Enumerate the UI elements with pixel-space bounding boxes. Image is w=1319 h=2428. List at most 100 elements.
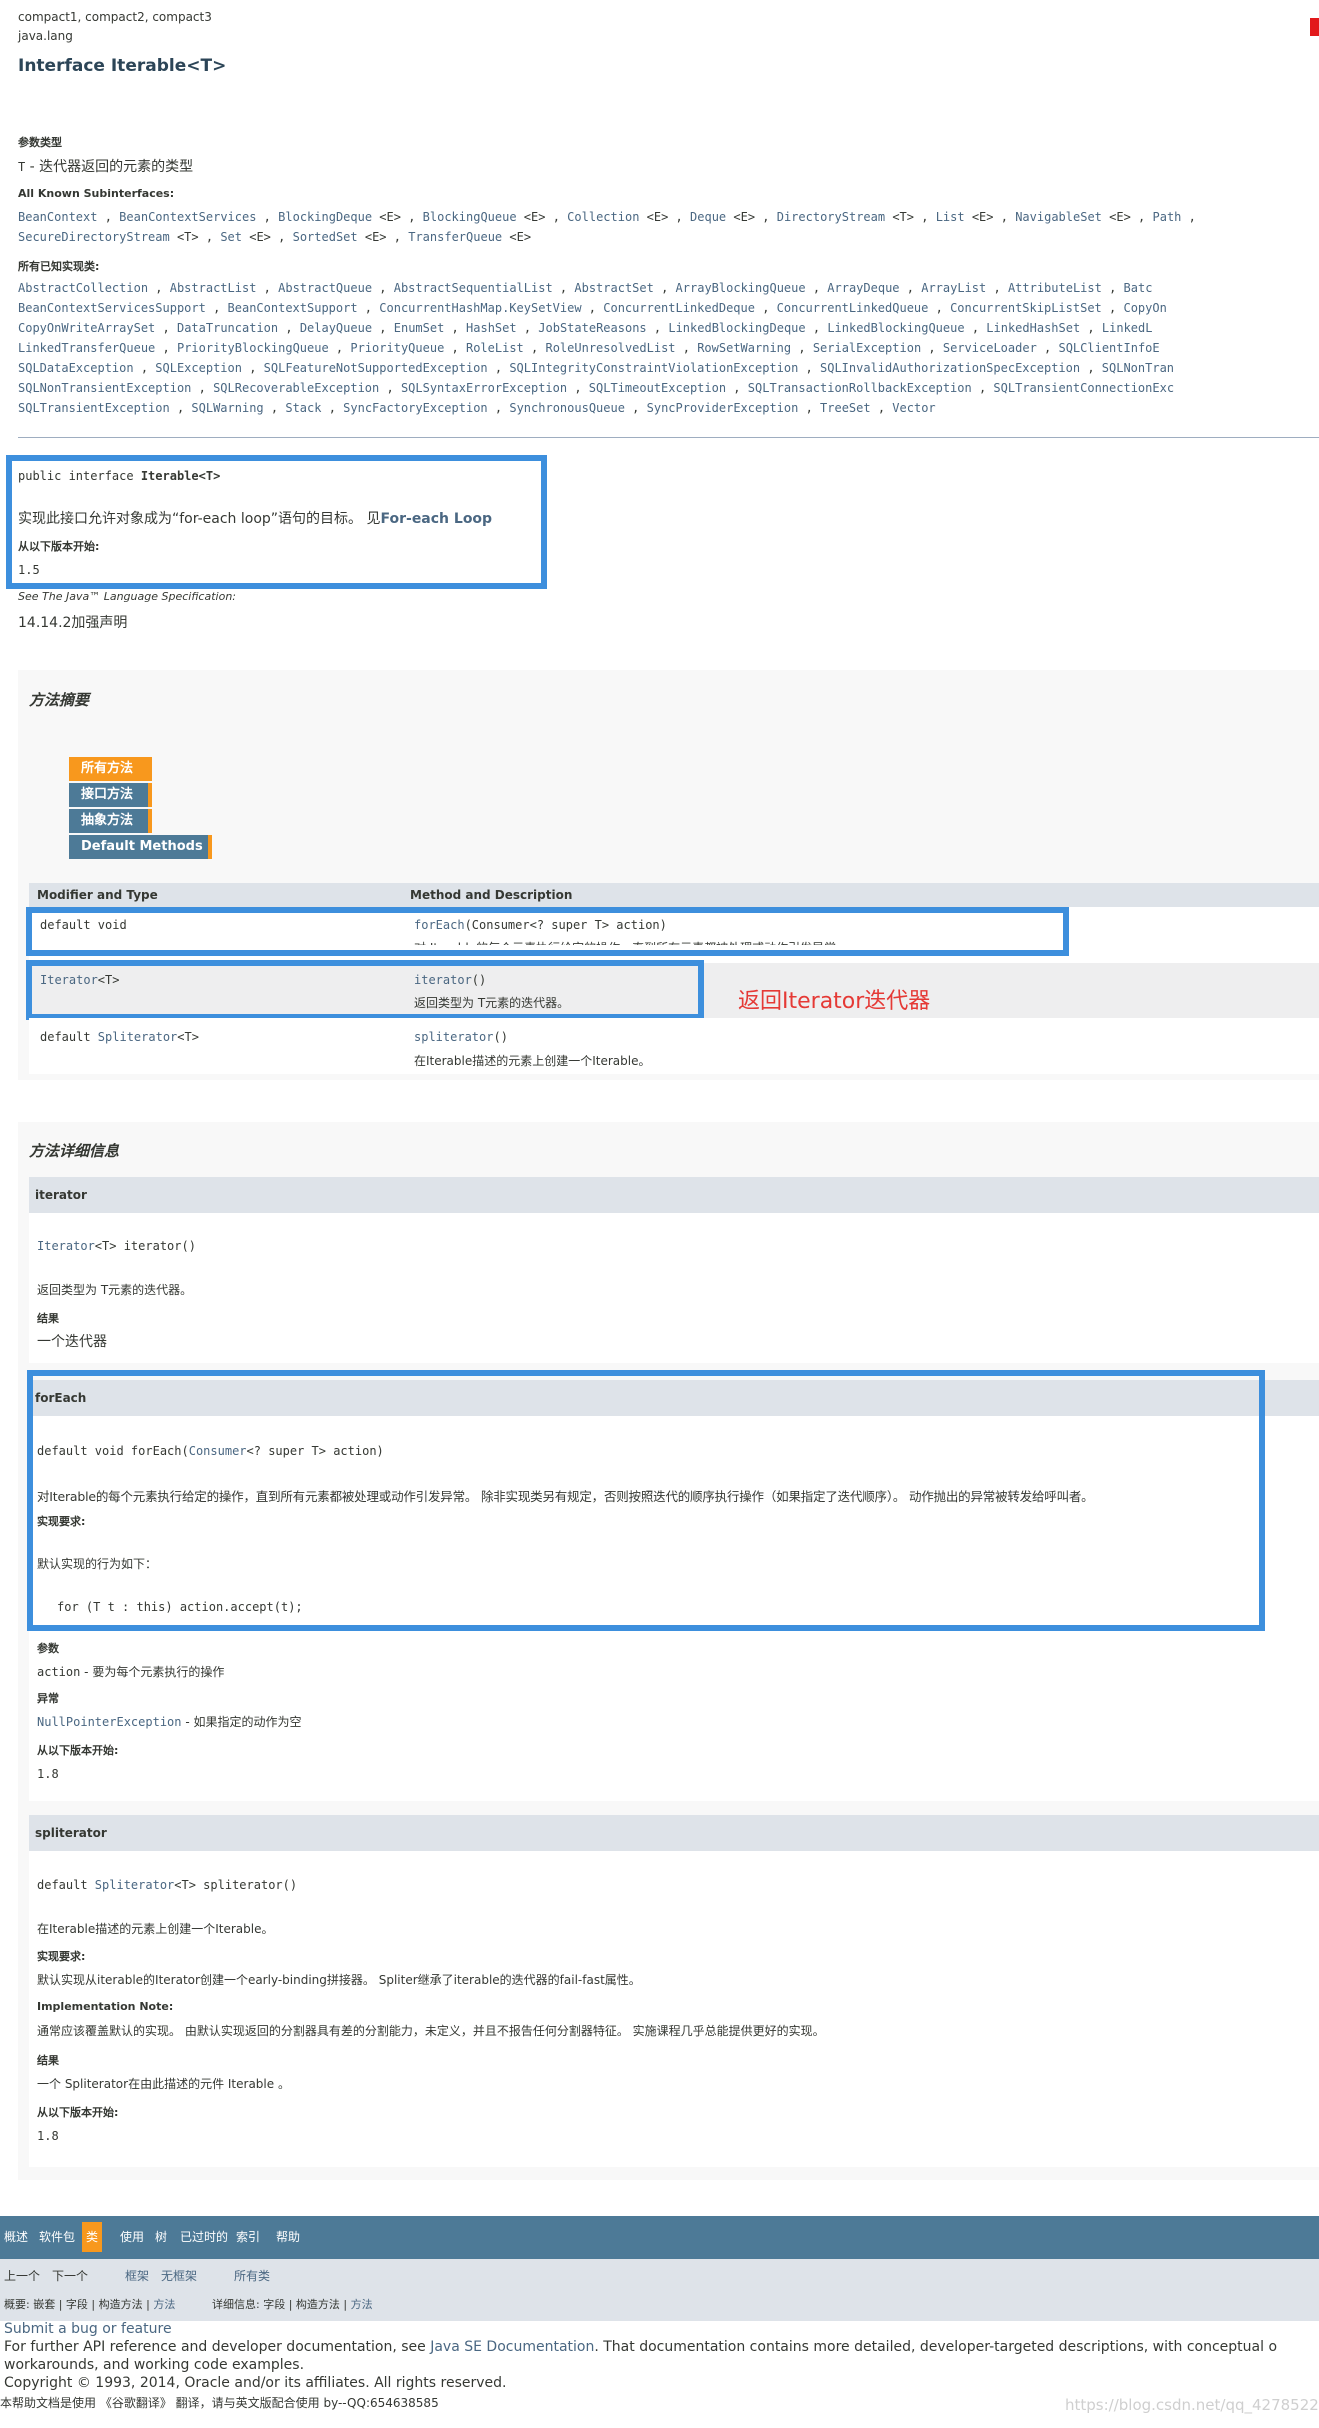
subinterface-link[interactable]: Collection (567, 210, 639, 224)
implementing-class-link[interactable]: PriorityBlockingQueue (177, 341, 329, 355)
implementing-class-link[interactable]: SQLException (155, 361, 242, 375)
spliterator-detail-type-link[interactable]: Spliterator (95, 1878, 174, 1892)
subinterface-link[interactable]: DirectoryStream (777, 210, 885, 224)
implementing-class-link[interactable]: BeanContextSupport (228, 301, 358, 315)
implementing-class-link[interactable]: ServiceLoader (943, 341, 1037, 355)
implementing-class-link[interactable]: SQLNonTransientException (18, 381, 191, 395)
implementing-class-link[interactable]: DelayQueue (300, 321, 372, 335)
implementing-class-link[interactable]: RowSetWarning (697, 341, 791, 355)
implementing-class-link[interactable]: DataTruncation (177, 321, 278, 335)
implementing-class-link[interactable]: LinkedBlockingDeque (668, 321, 805, 335)
implementing-class-link[interactable]: SQLTransientConnectionExc (993, 381, 1174, 395)
implementing-class-link[interactable]: ArrayList (921, 281, 986, 295)
implementing-class-link[interactable]: SQLClientInfoE (1058, 341, 1159, 355)
implementing-class-link[interactable]: Batc (1124, 281, 1153, 295)
implementing-class-link[interactable]: SQLWarning (191, 401, 263, 415)
implementing-class-link[interactable]: SyncFactoryException (343, 401, 488, 415)
implementing-class-link[interactable]: SynchronousQueue (509, 401, 625, 415)
nav-item[interactable]: 帮助 (276, 2227, 300, 2247)
subinterface-link[interactable]: BeanContextServices (119, 210, 256, 224)
implementing-class-link[interactable]: SQLTransientException (18, 401, 170, 415)
implementing-class-link[interactable]: CopyOn (1123, 301, 1166, 315)
implementing-class-link[interactable]: SQLDataException (18, 361, 134, 375)
npe-link[interactable]: NullPointerException (37, 1715, 182, 1729)
implementing-class-link[interactable]: TreeSet (820, 401, 871, 415)
list-separator: , (97, 210, 120, 224)
spliterator-summary-link[interactable]: spliterator (414, 1030, 493, 1044)
implementing-class-link[interactable]: AbstractList (170, 281, 257, 295)
implementing-class-link[interactable]: HashSet (466, 321, 517, 335)
subinterface-link[interactable]: BeanContext (18, 210, 97, 224)
subinterface-link[interactable]: BlockingDeque (278, 210, 372, 224)
implementing-class-link[interactable]: SQLInvalidAuthorizationSpecException (820, 361, 1080, 375)
nav-item[interactable]: 索引 (236, 2227, 260, 2247)
implementing-class-link[interactable]: LinkedHashSet (986, 321, 1080, 335)
implementing-class-link[interactable]: JobStateReasons (538, 321, 646, 335)
frames-link[interactable]: 框架 (125, 2267, 149, 2284)
implementing-class-link[interactable]: SyncProviderException (647, 401, 799, 415)
implementing-class-link[interactable]: SQLFeatureNotSupportedException (264, 361, 488, 375)
implementing-class-link[interactable]: AbstractSequentialList (394, 281, 553, 295)
implementing-class-link[interactable]: SQLTimeoutException (589, 381, 726, 395)
tab-interface-methods[interactable]: 接口方法 (69, 783, 152, 807)
all-classes-link[interactable]: 所有类 (234, 2267, 270, 2284)
implementing-class-link[interactable]: LinkedBlockingQueue (827, 321, 964, 335)
implementing-class-link[interactable]: ConcurrentHashMap.KeySetView (379, 301, 581, 315)
implementing-class-link[interactable]: ConcurrentLinkedDeque (603, 301, 755, 315)
implementing-class-link[interactable]: SQLNonTran (1102, 361, 1174, 375)
subinterface-link[interactable]: TransferQueue (408, 230, 502, 244)
subinterface-link[interactable]: SecureDirectoryStream (18, 230, 170, 244)
detail-method-link[interactable]: 方法 (351, 2298, 373, 2311)
implementing-class-link[interactable]: ConcurrentSkipListSet (950, 301, 1102, 315)
implementing-class-link[interactable]: LinkedTransferQueue (18, 341, 155, 355)
next-class-link[interactable]: 下一个 (52, 2267, 88, 2284)
nav-item-active[interactable]: 类 (82, 2222, 103, 2252)
implementing-class-link[interactable]: RoleList (466, 341, 524, 355)
subinterface-link[interactable]: SortedSet (293, 230, 358, 244)
implementing-class-link[interactable]: RoleUnresolvedList (545, 341, 675, 355)
implementing-class-link[interactable]: SQLTransactionRollbackException (748, 381, 972, 395)
subinterface-link[interactable]: BlockingQueue (423, 210, 517, 224)
no-frames-link[interactable]: 无框架 (161, 2267, 197, 2284)
tab-default-methods[interactable]: Default Methods (69, 835, 212, 859)
spliterator-sig-prefix: default (37, 1878, 95, 1892)
nav-item[interactable]: 已过时的 (180, 2227, 228, 2247)
subinterface-link[interactable]: List (936, 210, 965, 224)
subinterface-link[interactable]: Set (220, 230, 242, 244)
tab-all-methods[interactable]: 所有方法 (69, 757, 152, 781)
implementing-class-link[interactable]: ArrayBlockingQueue (676, 281, 806, 295)
submit-bug-link[interactable]: Submit a bug or feature (4, 2321, 172, 2337)
nav-item[interactable]: 树 (155, 2227, 167, 2247)
implementing-class-link[interactable]: AbstractCollection (18, 281, 148, 295)
implementing-class-link[interactable]: SQLIntegrityConstraintViolationException (509, 361, 798, 375)
nav-item[interactable]: 软件包 (39, 2227, 75, 2247)
prev-class-link[interactable]: 上一个 (4, 2267, 40, 2284)
implementing-class-link[interactable]: SerialException (813, 341, 921, 355)
implementing-class-link[interactable]: ArrayDeque (827, 281, 899, 295)
implementing-class-link[interactable]: PriorityQueue (350, 341, 444, 355)
subinterface-link[interactable]: Deque (690, 210, 726, 224)
implementing-class-link[interactable]: AbstractQueue (278, 281, 372, 295)
implementing-class-link[interactable]: CopyOnWriteArraySet (18, 321, 155, 335)
implementing-class-link[interactable]: Stack (285, 401, 321, 415)
nav-item[interactable]: 概述 (4, 2227, 28, 2247)
implementing-class-link[interactable]: SQLRecoverableException (213, 381, 379, 395)
nav-item[interactable]: 使用 (120, 2227, 144, 2247)
summary-method-link[interactable]: 方法 (153, 2298, 175, 2311)
iterator-detail-type-link[interactable]: Iterator (37, 1239, 95, 1253)
java-se-docs-link[interactable]: Java SE Documentation (430, 2339, 594, 2355)
implementing-class-link[interactable]: AbstractSet (574, 281, 653, 295)
implementing-class-link[interactable]: LinkedL (1102, 321, 1153, 335)
implementing-class-link[interactable]: ConcurrentLinkedQueue (777, 301, 929, 315)
implementing-class-link[interactable]: SQLSyntaxErrorException (401, 381, 567, 395)
implementing-class-link[interactable]: BeanContextServicesSupport (18, 301, 206, 315)
spliterator-type-link[interactable]: Spliterator (98, 1030, 177, 1044)
implementing-heading: 所有已知实现类: (18, 260, 100, 273)
subinterface-link[interactable]: Path (1153, 210, 1182, 224)
implementing-class-link[interactable]: Vector (892, 401, 935, 415)
implementing-class-link[interactable]: AttributeList (1008, 281, 1102, 295)
subinterfaces-row-2: SecureDirectoryStream <T> , Set <E> , So… (18, 227, 531, 247)
subinterface-link[interactable]: NavigableSet (1015, 210, 1102, 224)
tab-abstract-methods[interactable]: 抽象方法 (69, 809, 152, 833)
implementing-class-link[interactable]: EnumSet (394, 321, 445, 335)
